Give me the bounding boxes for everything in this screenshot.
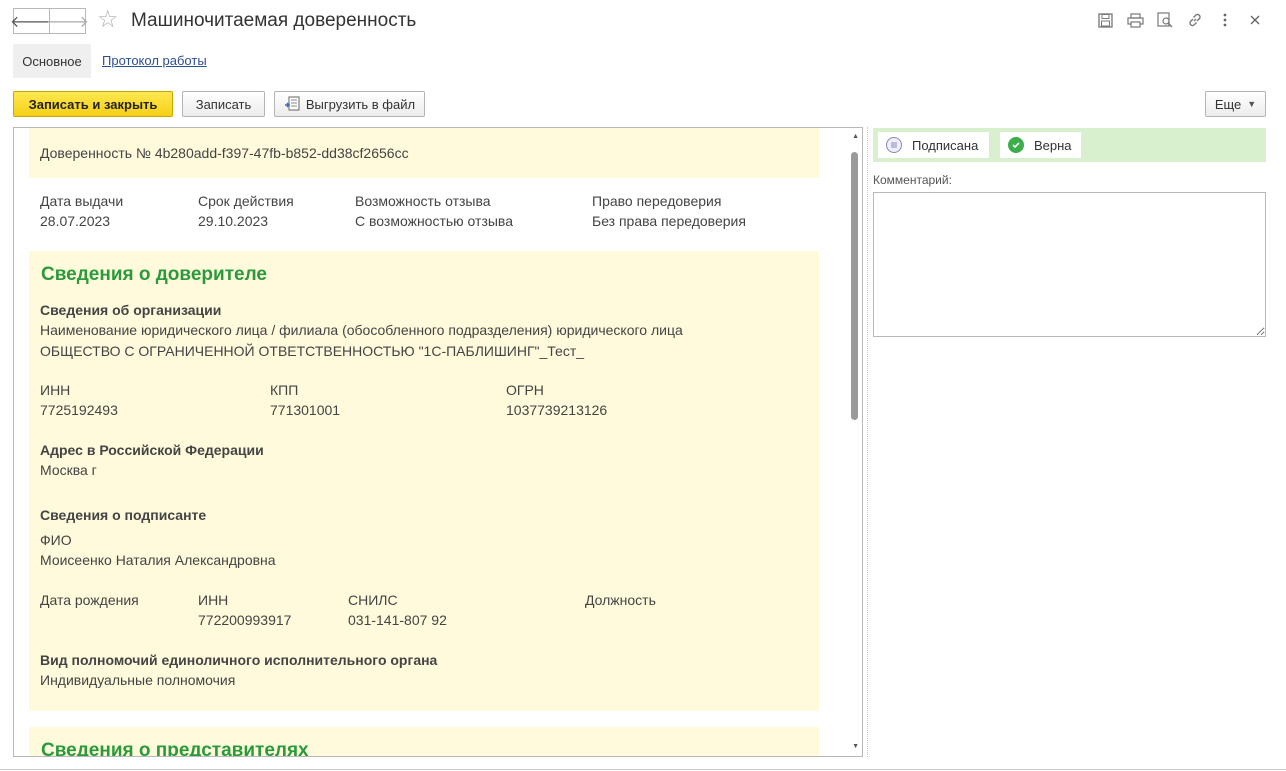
principal-section-title: Сведения о доверителе — [41, 264, 267, 285]
more-button[interactable]: Еще ▼ — [1205, 91, 1266, 117]
address-value: Москва г — [40, 462, 97, 478]
address-section-title: Адрес в Российской Федерации — [40, 442, 264, 458]
document-scrollbar[interactable]: ▲ ▼ — [848, 128, 862, 756]
kpp-value: 771301001 — [270, 402, 341, 418]
transfer-value: Без права передоверия — [592, 213, 746, 229]
inn-value: 7725192493 — [40, 402, 118, 418]
comment-field[interactable] — [873, 192, 1266, 337]
document-header-block: Доверенность № 4b280add-f397-47fb-b852-d… — [29, 128, 819, 178]
principal-block: Сведения о доверителе Сведения об органи… — [29, 251, 819, 711]
transfer-label: Право передоверия — [592, 193, 722, 209]
birth-date-label: Дата рождения — [40, 592, 139, 608]
export-label: Выгрузить в файл — [305, 96, 416, 112]
fio-value: Моисеенко Наталия Александровна — [40, 552, 276, 568]
ogrn-value: 1037739213126 — [506, 402, 608, 418]
representatives-block: Сведения о представителях — [29, 727, 819, 757]
validity-value: 29.10.2023 — [198, 213, 269, 229]
status-bar: Подписана Верна — [873, 128, 1266, 162]
save-icon[interactable] — [1096, 10, 1114, 30]
document-panel: Доверенность № 4b280add-f397-47fb-b852-d… — [13, 127, 863, 757]
chevron-down-icon: ▼ — [1247, 99, 1257, 109]
signature-icon — [886, 137, 902, 153]
org-section-title: Сведения об организации — [40, 302, 222, 318]
save-and-close-button[interactable]: Записать и закрыть — [13, 91, 173, 117]
back-button[interactable]: 🡐 — [10, 8, 53, 34]
bottom-border — [0, 769, 1286, 770]
export-to-file-button[interactable]: Выгрузить в файл — [274, 91, 425, 117]
link-icon[interactable] — [1186, 10, 1204, 30]
export-file-icon — [284, 96, 300, 112]
check-circle-icon — [1008, 137, 1024, 153]
scroll-thumb[interactable] — [851, 152, 858, 420]
org-name-label: Наименование юридического лица / филиала… — [40, 322, 683, 338]
print-icon[interactable] — [1126, 10, 1144, 30]
panel-divider[interactable] — [867, 127, 868, 757]
validity-label: Срок действия — [198, 193, 294, 209]
arrow-right-icon: 🡒 — [46, 13, 89, 31]
revoke-value: С возможностью отзыва — [355, 213, 513, 229]
snils-label: СНИЛС — [348, 592, 398, 608]
document-number: Доверенность № 4b280add-f397-47fb-b852-d… — [40, 145, 409, 161]
more-label: Еще — [1214, 96, 1242, 112]
save-button[interactable]: Записать — [182, 91, 265, 117]
fio-label: ФИО — [40, 532, 72, 548]
scroll-up-icon[interactable]: ▲ — [852, 133, 859, 140]
tab-main[interactable]: Основное — [13, 44, 91, 78]
authority-section-title: Вид полномочий единоличного исполнительн… — [40, 652, 438, 668]
revoke-label: Возможность отзыва — [355, 193, 491, 209]
issue-date-label: Дата выдачи — [40, 193, 124, 209]
comment-label: Комментарий: — [873, 173, 952, 187]
valid-status[interactable]: Верна — [1000, 132, 1081, 158]
valid-status-label: Верна — [1034, 137, 1072, 153]
close-icon[interactable] — [1246, 10, 1264, 30]
title-actions — [1096, 10, 1264, 30]
signed-status-label: Подписана — [912, 137, 979, 153]
signer-inn-label: ИНН — [198, 592, 229, 608]
issue-date-value: 28.07.2023 — [40, 213, 111, 229]
org-name-value: ОБЩЕСТВО С ОГРАНИЧЕННОЙ ОТВЕТСТВЕННОСТЬЮ… — [40, 343, 585, 359]
ogrn-label: ОГРН — [506, 382, 544, 398]
position-label: Должность — [585, 592, 656, 608]
kpp-label: КПП — [270, 382, 299, 398]
tab-log-link[interactable]: Протокол работы — [102, 53, 207, 68]
forward-button[interactable]: 🡒 — [46, 8, 89, 34]
signer-section-title: Сведения о подписанте — [40, 507, 207, 523]
snils-value: 031-141-807 92 — [348, 612, 447, 628]
inn-label: ИНН — [40, 382, 71, 398]
favorite-star-icon[interactable]: ☆ — [97, 7, 119, 33]
signed-status[interactable]: Подписана — [878, 132, 989, 158]
scroll-down-icon[interactable]: ▼ — [852, 743, 859, 750]
signer-inn-value: 772200993917 — [198, 612, 292, 628]
more-vertical-icon[interactable] — [1216, 10, 1234, 30]
window-title: Машиночитаемая доверенность — [131, 10, 417, 31]
authority-value: Индивидуальные полномочия — [40, 672, 236, 688]
preview-icon[interactable] — [1156, 10, 1174, 30]
representatives-section-title: Сведения о представителях — [41, 740, 309, 757]
